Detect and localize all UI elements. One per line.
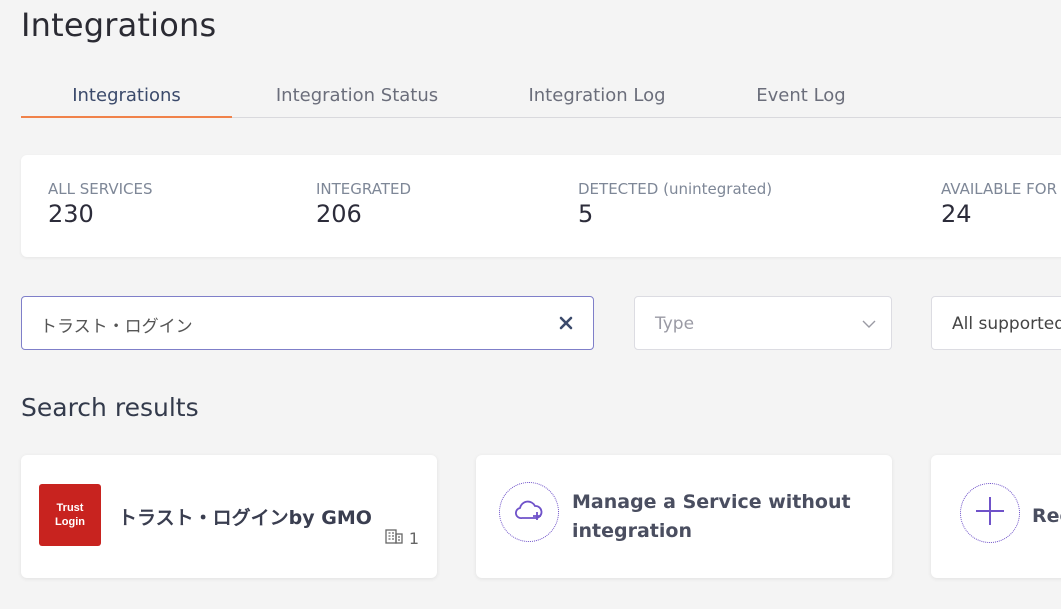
type-select-placeholder: Type	[655, 314, 695, 334]
stats-card: ALL SERVICES 230 INTEGRATED 206 DETECTED…	[21, 155, 1061, 257]
stat-label: INTEGRATED	[316, 180, 412, 198]
stat-label: DETECTED (unintegrated)	[578, 180, 773, 198]
trust-login-logo: Trust Login	[39, 484, 101, 546]
manage-service-line-2: integration	[572, 520, 692, 542]
stat-label: ALL SERVICES	[48, 180, 153, 198]
stat-value: 24	[941, 200, 972, 228]
close-icon[interactable]	[557, 314, 575, 332]
stat-value: 230	[48, 200, 94, 228]
circle-wrapper	[960, 483, 1020, 543]
stat-all-services: ALL SERVICES 230	[48, 180, 153, 228]
search-box	[21, 296, 594, 351]
stat-available: AVAILABLE FOR 24	[941, 180, 1057, 228]
service-name: トラスト・ログインby GMO	[118, 507, 372, 529]
search-input[interactable]	[38, 297, 542, 351]
stat-label: AVAILABLE FOR	[941, 180, 1058, 198]
stat-integrated: INTEGRATED 206	[316, 180, 411, 228]
plus-icon	[974, 495, 1006, 531]
request-service-label: Rec	[1032, 505, 1061, 527]
chevron-down-icon	[861, 316, 877, 332]
service-card[interactable]: Trust Login トラスト・ログインby GMO 1	[21, 455, 437, 578]
tab-event-log[interactable]: Event Log	[727, 85, 875, 116]
request-service-card[interactable]: Rec	[931, 455, 1061, 578]
building-icon	[385, 528, 403, 548]
circle-wrapper	[499, 482, 559, 542]
tab-bar: Integrations Integration Status Integrat…	[21, 80, 1061, 118]
logo-line-2: Login	[55, 516, 85, 528]
manage-service-line-1: Manage a Service without	[572, 491, 851, 513]
manage-service-text: Manage a Service without integration	[572, 488, 851, 546]
cloud-add-icon	[513, 498, 545, 526]
logo-line-1: Trust	[56, 502, 84, 514]
active-tab-underline	[21, 116, 232, 118]
manage-service-card[interactable]: Manage a Service without integration	[476, 455, 892, 578]
type-select[interactable]: Type	[634, 296, 892, 350]
stat-detected: DETECTED (unintegrated) 5	[578, 180, 772, 228]
tab-integrations[interactable]: Integrations	[21, 85, 232, 116]
supported-select[interactable]: All supported	[931, 296, 1061, 350]
org-count-value: 1	[408, 528, 419, 548]
page-title: Integrations	[21, 6, 217, 44]
supported-select-value: All supported	[952, 314, 1061, 334]
section-title: Search results	[21, 393, 199, 422]
tab-integration-status[interactable]: Integration Status	[257, 85, 457, 116]
stat-value: 5	[578, 200, 594, 228]
stat-value: 206	[316, 200, 362, 228]
tab-integration-log[interactable]: Integration Log	[501, 85, 693, 116]
org-count: 1	[385, 528, 419, 548]
